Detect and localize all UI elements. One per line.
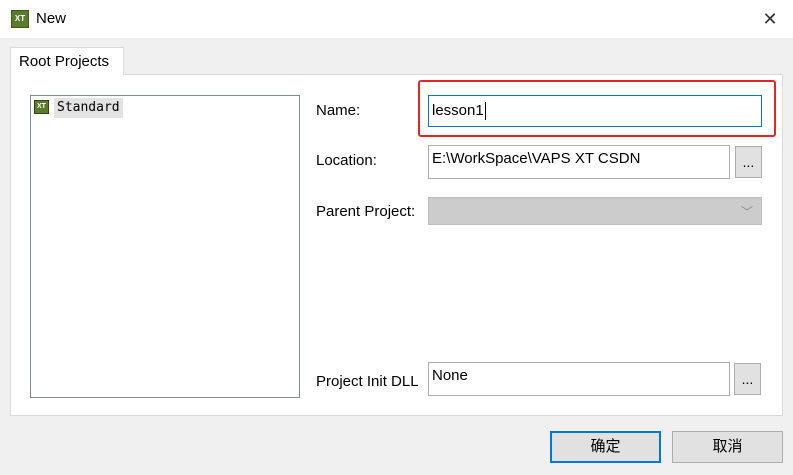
project-template-tree[interactable] [30, 95, 300, 398]
app-icon: XT [11, 10, 29, 28]
name-label: Name: [316, 102, 361, 119]
parent-project-label: Parent Project: [316, 203, 416, 220]
close-icon[interactable]: ✕ [755, 4, 785, 34]
highlight-box [418, 80, 776, 137]
chevron-down-icon: ﹀ [740, 205, 753, 219]
tab-root-projects[interactable]: Root Projects [10, 47, 124, 75]
title-bar [0, 0, 793, 38]
init-dll-browse-button[interactable]: ... [734, 363, 761, 395]
tree-item-label: Standard [54, 98, 123, 118]
tree-item-standard[interactable]: XT Standard [34, 98, 174, 118]
parent-project-select[interactable]: ﹀ [428, 197, 762, 225]
init-dll-input[interactable]: None [428, 362, 730, 396]
ok-button[interactable]: 确定 [550, 431, 661, 463]
window-title: New [36, 10, 67, 27]
location-label: Location: [316, 152, 377, 169]
location-browse-button[interactable]: ... [735, 146, 762, 178]
xt-template-icon: XT [34, 100, 49, 114]
location-input[interactable]: E:\WorkSpace\VAPS XT CSDN [428, 145, 730, 179]
cancel-button[interactable]: 取消 [672, 431, 783, 463]
init-dll-label: Project Init DLL [316, 373, 419, 390]
